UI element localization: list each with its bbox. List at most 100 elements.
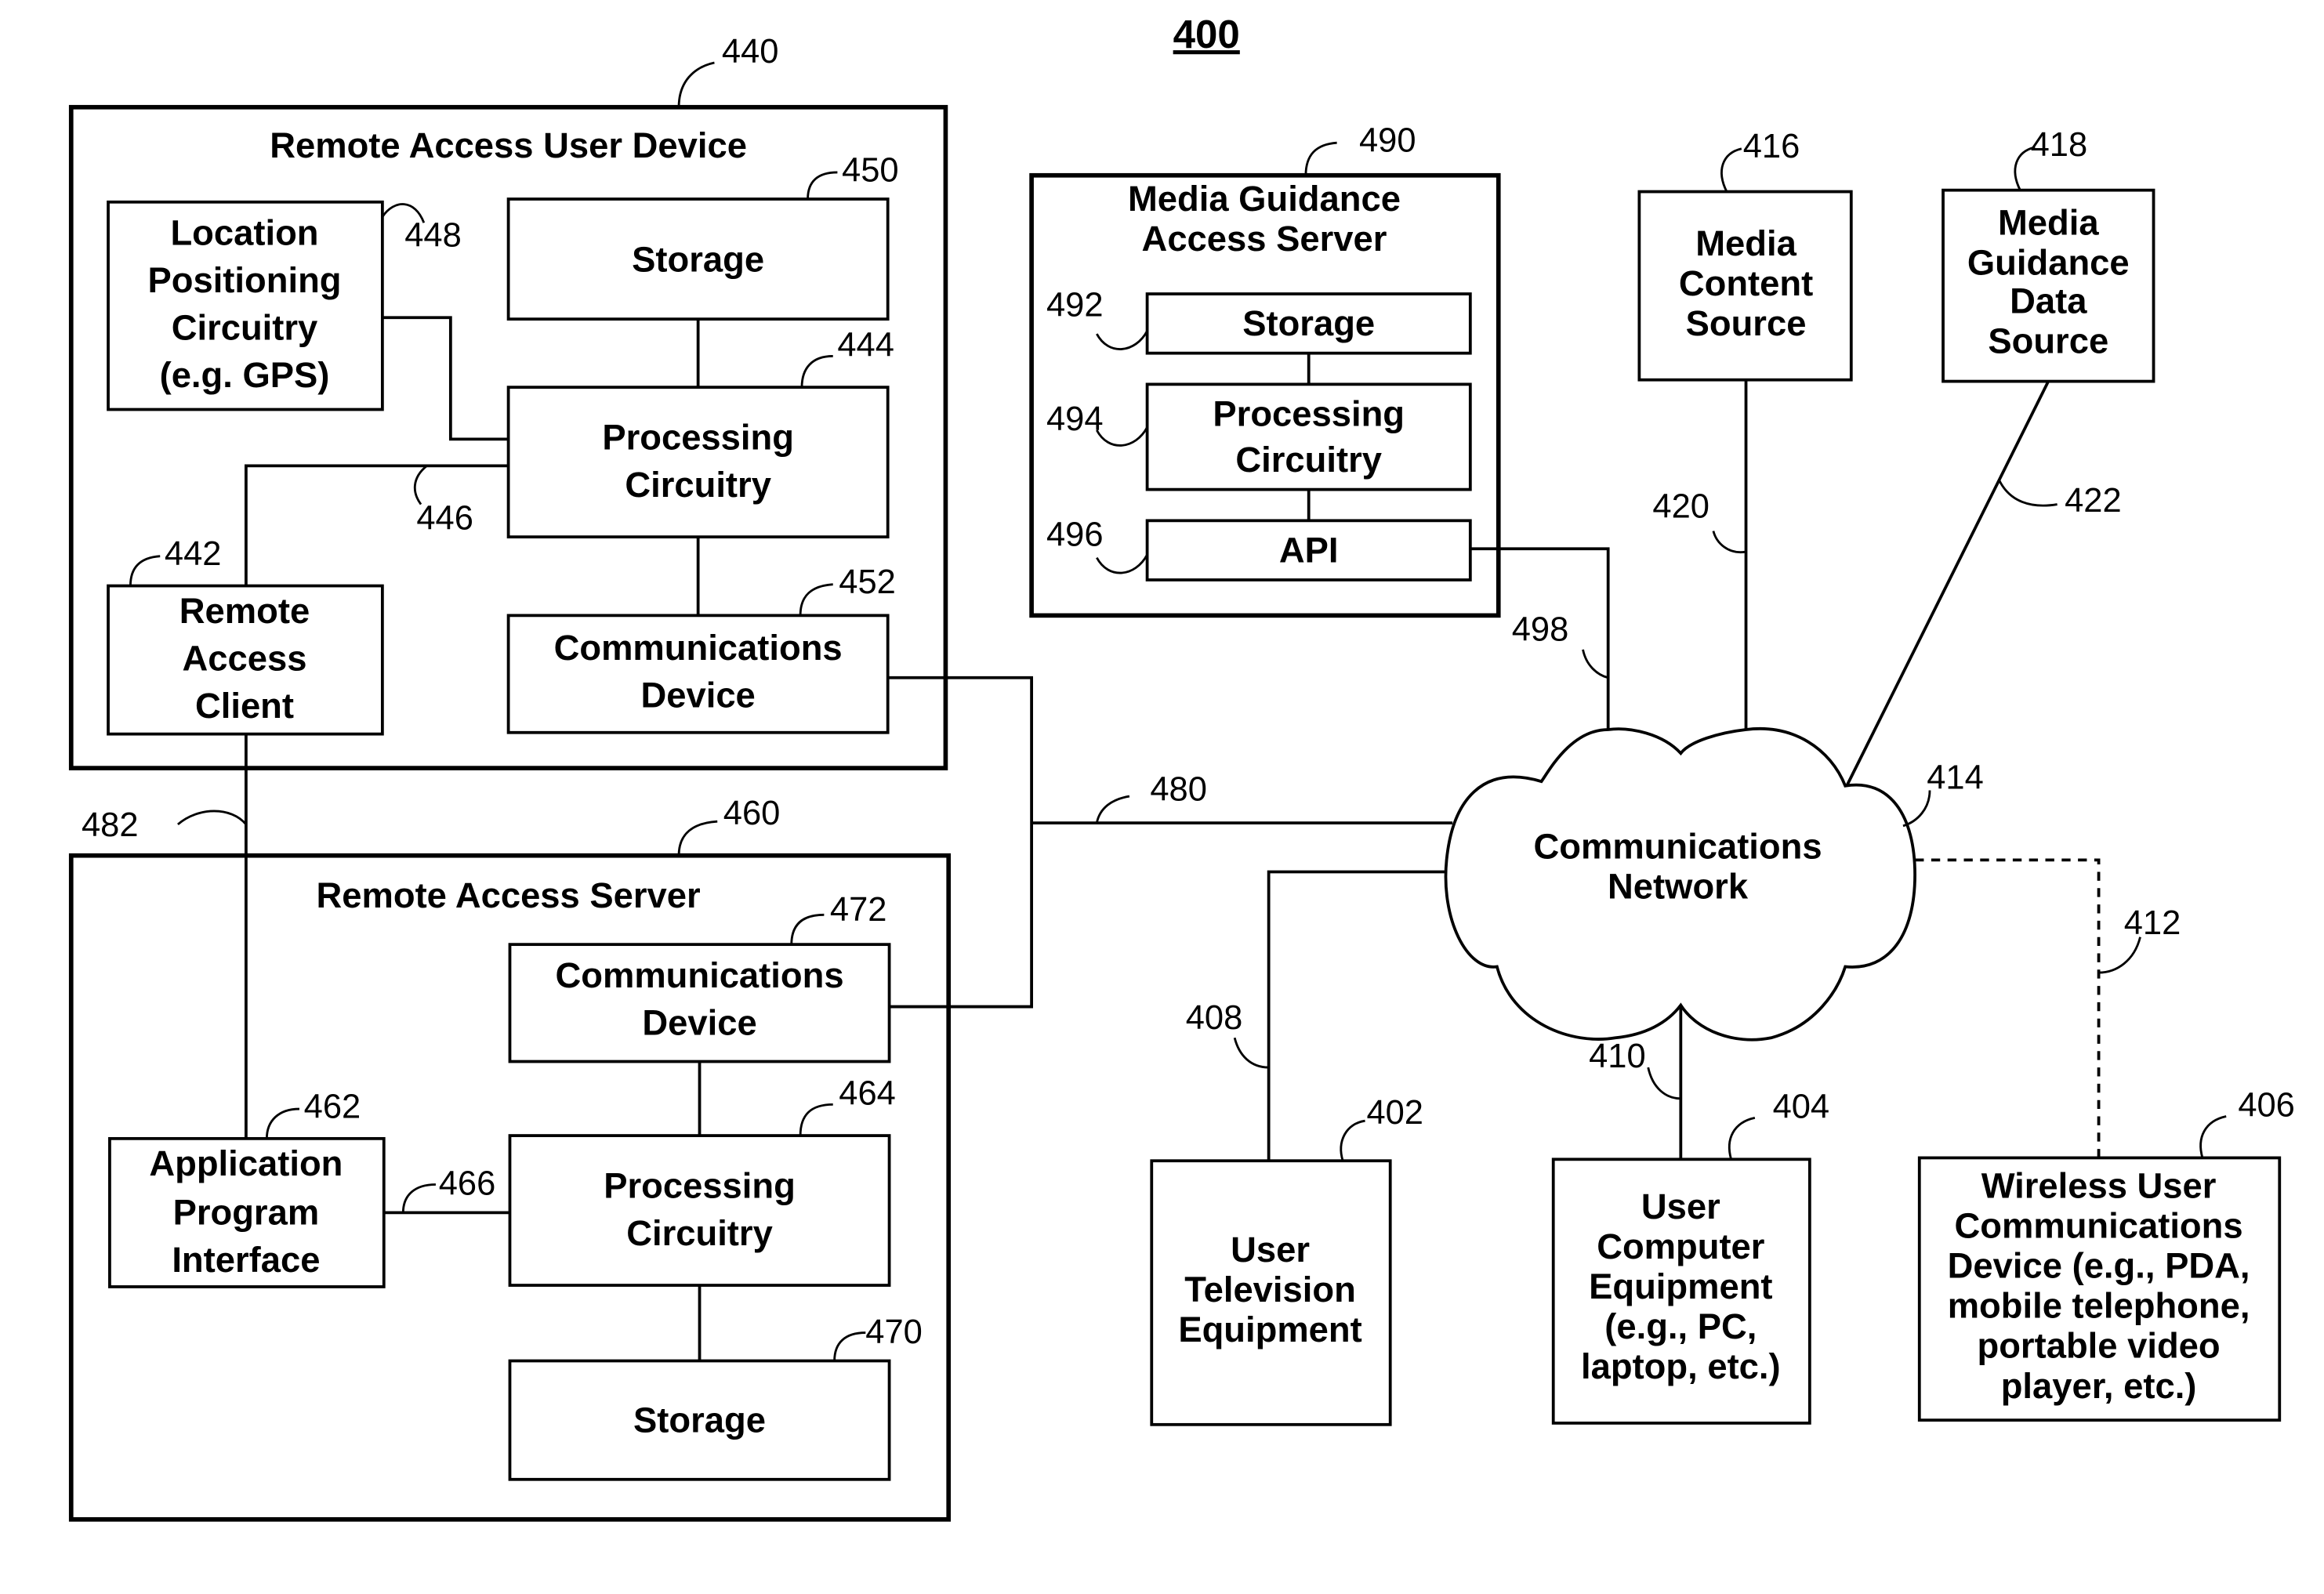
box-label-line: laptop, etc.) — [1581, 1346, 1781, 1386]
ref-label: 410 — [1589, 1038, 1646, 1075]
ref-leader — [1095, 795, 1130, 824]
ref-label: 404 — [1773, 1088, 1830, 1125]
ref-leader — [2098, 936, 2141, 974]
ref-leader — [799, 1103, 833, 1136]
ref-label: 490 — [1359, 121, 1416, 159]
ref-label: 412 — [2124, 904, 2181, 942]
box-label-line: User — [1641, 1186, 1720, 1226]
link-gps-processing — [382, 316, 509, 441]
box-label-line: player, etc.) — [2001, 1366, 2197, 1406]
box-label-line: Communications — [555, 955, 843, 995]
box-label-line: Source — [1988, 321, 2108, 361]
box-label-line: Positioning — [147, 260, 341, 300]
ref-leader — [1582, 649, 1609, 679]
box-label-line: Wireless User — [1981, 1166, 2217, 1206]
media-guidance-data-source[interactable]: Media Guidance Data Source — [1942, 188, 2155, 383]
server-storage[interactable]: Storage — [508, 1359, 891, 1481]
server-communications-device[interactable]: Communications Device — [508, 943, 891, 1063]
ref-leader — [265, 1107, 299, 1139]
link-480-bus — [887, 676, 1033, 1009]
remote-access-client[interactable]: Remote Access Client — [107, 584, 384, 736]
ref-leader — [129, 555, 161, 586]
user-computer-equipment[interactable]: User Computer Equipment (e.g., PC, lapto… — [1551, 1157, 1811, 1425]
box-label-line: Media — [1695, 223, 1796, 263]
box-label-line: Data — [2010, 281, 2087, 321]
ref-label: 452 — [839, 563, 896, 601]
box-label-line: Storage — [1242, 303, 1375, 343]
ref-leader — [790, 913, 825, 945]
box-label-line: portable video — [1978, 1326, 2221, 1366]
ref-label: 472 — [830, 891, 887, 929]
ref-label: 496 — [1046, 516, 1104, 553]
remote-access-user-device-title: Remote Access User Device — [270, 125, 747, 165]
box-label-line: (e.g. GPS) — [160, 355, 330, 395]
ref-leader — [800, 355, 833, 388]
location-positioning-circuitry[interactable]: Location Positioning Circuitry (e.g. GPS… — [107, 200, 384, 411]
box-label-line: Television — [1184, 1270, 1356, 1310]
ref-leader — [1728, 1117, 1756, 1160]
ref-label: 448 — [404, 217, 462, 255]
ref-label: 464 — [839, 1074, 896, 1112]
ref-label: 422 — [2065, 482, 2122, 520]
box-label-line: Device — [642, 1002, 756, 1042]
box-label-line: Circuitry — [172, 308, 318, 348]
box-label-line: Communications — [1955, 1206, 2243, 1246]
ref-leader — [677, 820, 718, 856]
user-device-storage[interactable]: Storage — [506, 197, 890, 321]
ref-label: 450 — [842, 151, 899, 189]
user-device-communications-device[interactable]: Communications Device — [506, 614, 890, 734]
box-label-line: (e.g., PC, — [1604, 1306, 1757, 1346]
remote-access-server-title: Remote Access Server — [317, 875, 701, 915]
figure-number: 400 — [1173, 12, 1240, 56]
ref-label: 460 — [723, 795, 781, 832]
ref-leader — [807, 171, 838, 200]
ref-leader — [176, 810, 247, 826]
ref-leader — [677, 61, 715, 107]
ref-leader — [1712, 531, 1746, 554]
ref-label: 418 — [2031, 126, 2088, 164]
ref-label: 406 — [2238, 1086, 2295, 1124]
ref-leader — [799, 583, 833, 616]
media-guidance-access-server-title: Media Guidance — [1128, 179, 1401, 219]
box-label-line: Program — [173, 1193, 320, 1233]
box-label-line: Processing — [604, 1166, 796, 1206]
box-label-line: Equipment — [1178, 1310, 1361, 1349]
wireless-user-communications-device[interactable]: Wireless User Communications Device (e.g… — [1917, 1156, 2282, 1422]
mgas-storage[interactable]: Storage — [1145, 292, 1472, 355]
box-label-line: Storage — [632, 240, 764, 280]
ref-label: 440 — [722, 33, 779, 71]
media-content-source[interactable]: Media Content Source — [1637, 190, 1853, 382]
ref-label: 444 — [837, 326, 894, 364]
remote-access-user-device: 440 Remote Access User Device Location P… — [68, 33, 948, 770]
ref-label: 446 — [416, 500, 473, 538]
remote-access-server: 460 Remote Access Server Communications … — [68, 795, 952, 1522]
ref-label: 408 — [1186, 999, 1243, 1037]
box-label-line: User — [1231, 1230, 1310, 1270]
box-label-line: Remote — [179, 591, 310, 631]
ref-leader — [1096, 554, 1148, 574]
server-processing-circuitry[interactable]: Processing Circuitry — [508, 1134, 891, 1287]
ref-leader — [1720, 147, 1742, 193]
user-television-equipment[interactable]: User Television Equipment — [1150, 1159, 1392, 1426]
box-label-line: API — [1279, 530, 1339, 570]
media-guidance-access-server-title: Access Server — [1142, 219, 1387, 259]
ref-label: 462 — [304, 1088, 361, 1125]
ref-label: 402 — [1366, 1094, 1423, 1132]
communications-network[interactable]: Communications Network — [1444, 727, 1916, 1042]
ref-label: 414 — [1927, 759, 1984, 797]
user-device-processing-circuitry[interactable]: Processing Circuitry — [506, 386, 890, 539]
box-label-line: Communications — [1534, 826, 1822, 866]
box-label-line: Location — [170, 213, 318, 253]
ref-leader — [1340, 1119, 1365, 1161]
box-label-line: Storage — [633, 1400, 766, 1440]
box-label-line: Device — [640, 676, 755, 715]
mgas-processing-circuitry[interactable]: Processing Circuitry — [1145, 382, 1472, 491]
mgas-api[interactable]: API — [1145, 519, 1472, 581]
box-label-line: Equipment — [1589, 1266, 1772, 1306]
box-label-line: mobile telephone, — [1948, 1286, 2250, 1326]
ref-label: 494 — [1046, 400, 1104, 438]
link-412 — [1915, 858, 2101, 1158]
ref-label: 466 — [439, 1165, 496, 1203]
application-program-interface[interactable]: Application Program Interface — [108, 1136, 386, 1288]
ref-leader — [1647, 1067, 1681, 1100]
